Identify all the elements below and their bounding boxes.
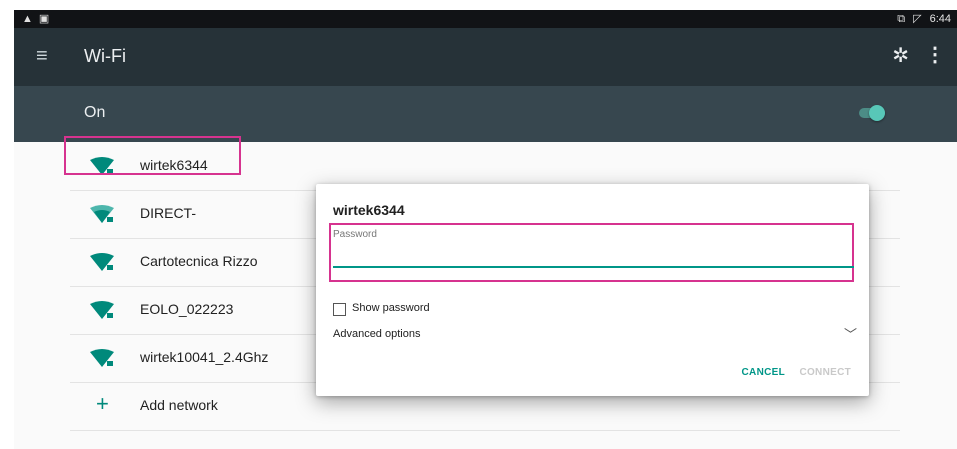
menu-icon[interactable]: ≡ <box>36 44 48 68</box>
selected-network-highlight <box>64 136 241 175</box>
android-screen: ▲ ▣ ⧉ ◸ 6:44 ≡ Wi-Fi ✲ ⋮ On wirtek6344 D… <box>14 10 957 449</box>
network-name: wirtek10041_2.4Ghz <box>140 349 269 365</box>
more-vert-icon[interactable]: ⋮ <box>925 42 945 67</box>
status-time: 6:44 <box>929 13 951 25</box>
wifi-toggle-label: On <box>84 104 106 121</box>
gear-icon[interactable]: ✲ <box>892 43 909 68</box>
advanced-options-label[interactable]: Advanced options <box>333 328 420 340</box>
wifi-toggle-bar[interactable]: On <box>14 86 957 142</box>
status-right: ⧉ ◸ 6:44 <box>897 12 951 26</box>
status-left: ▲ ▣ <box>22 12 49 26</box>
show-password-checkbox[interactable] <box>333 303 346 316</box>
plus-icon: + <box>96 391 109 416</box>
network-name: DIRECT- <box>140 205 196 221</box>
wifi-lock-icon <box>90 301 114 319</box>
wifi-lock-icon <box>90 349 114 367</box>
status-bar: ▲ ▣ ⧉ ◸ 6:44 <box>14 10 957 28</box>
no-signal-icon: ◸ <box>913 13 922 25</box>
password-label: Password <box>333 229 377 240</box>
cast-icon: ⧉ <box>897 13 906 25</box>
show-password-label[interactable]: Show password <box>352 302 430 314</box>
network-name: EOLO_022223 <box>140 301 234 317</box>
add-network-label: Add network <box>140 397 218 413</box>
page-title: Wi-Fi <box>84 46 126 66</box>
app-bar: ≡ Wi-Fi ✲ ⋮ <box>14 28 957 86</box>
chevron-down-icon[interactable]: ﹀ <box>844 324 857 343</box>
connect-button[interactable]: CONNECT <box>799 367 851 378</box>
wifi-lock-icon <box>90 205 114 223</box>
dialog-title: wirtek6344 <box>333 202 405 218</box>
wifi-lock-icon <box>90 253 114 271</box>
switch-thumb <box>869 105 885 121</box>
network-name: Cartotecnica Rizzo <box>140 253 258 269</box>
password-input[interactable] <box>333 244 854 268</box>
wifi-password-dialog: wirtek6344 Password Show password Advanc… <box>316 184 869 396</box>
cancel-button[interactable]: CANCEL <box>742 367 785 378</box>
warning-icon: ▲ <box>22 13 33 25</box>
image-icon: ▣ <box>38 13 50 25</box>
wifi-switch[interactable] <box>859 105 885 121</box>
